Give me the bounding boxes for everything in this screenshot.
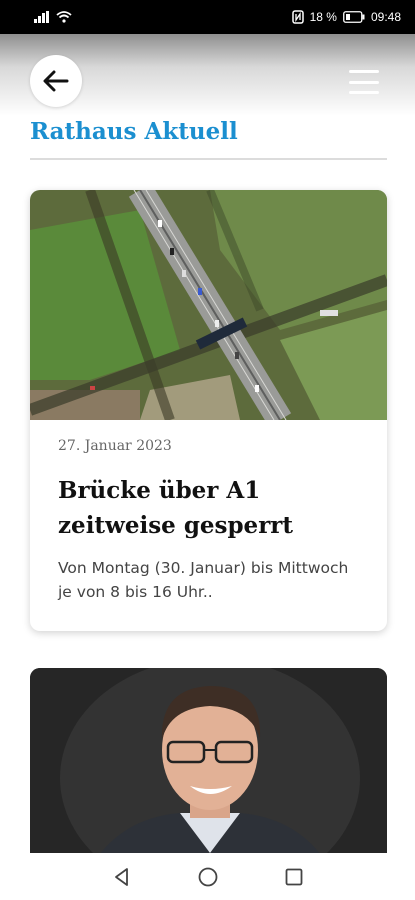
back-button[interactable] (30, 55, 82, 107)
status-bar: 18 % 09:48 (0, 0, 415, 34)
status-right: 18 % 09:48 (291, 10, 401, 24)
triangle-back-icon[interactable] (110, 865, 134, 889)
article-title[interactable]: Brücke über A1 zeitweise gesperrt (58, 473, 363, 543)
signal-icon (34, 11, 49, 23)
aerial-highway-bridge-photo (30, 190, 387, 420)
wifi-icon (56, 11, 72, 23)
system-nav-bar (0, 853, 415, 900)
circle-home-icon[interactable] (196, 865, 220, 889)
title-divider (30, 158, 387, 160)
status-time: 09:48 (370, 10, 401, 24)
battery-percent: 18 % (309, 10, 337, 24)
article-excerpt: Von Montag (30. Januar) bis Mittwoch je … (58, 559, 349, 601)
nfc-icon (291, 10, 304, 24)
battery-icon (343, 11, 365, 23)
portrait-man-glasses-photo (30, 668, 387, 868)
news-card[interactable] (30, 668, 387, 868)
status-left (34, 11, 72, 23)
app-header (0, 34, 415, 116)
page-title: Rathaus Aktuell (30, 118, 238, 145)
square-recents-icon[interactable] (282, 865, 306, 889)
news-card[interactable]: 27. Januar 2023 Brücke über A1 zeitweise… (30, 190, 387, 631)
arrow-left-icon (43, 70, 69, 92)
article-date: 27. Januar 2023 (58, 438, 172, 454)
hamburger-menu-icon[interactable] (349, 70, 379, 94)
